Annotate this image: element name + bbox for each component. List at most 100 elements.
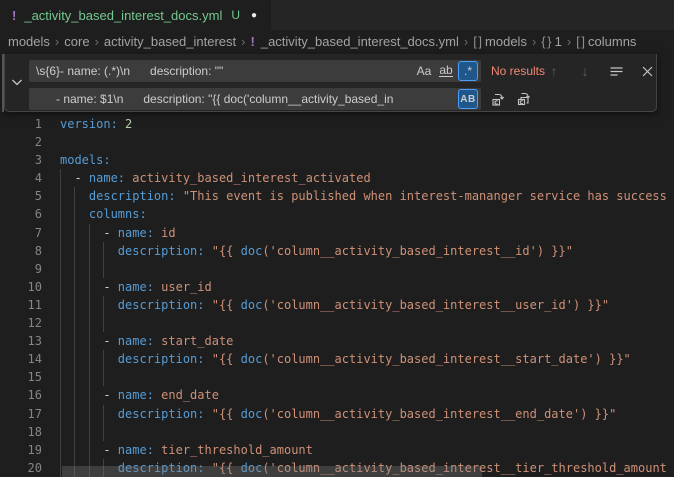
code-line: 17 description: "{{ doc('column__activit…	[0, 405, 674, 423]
indent-guide	[103, 260, 104, 278]
code-line-content[interactable]: description: "This event is published wh…	[60, 187, 674, 205]
replace-input[interactable]: - name: $1\n description: "{{ doc('colum…	[29, 88, 481, 110]
tab-activity-based-interest-docs[interactable]: ! _activity_based_interest_docs.yml U ●	[0, 0, 271, 30]
preserve-case-button[interactable]: AB	[458, 89, 478, 109]
indent-guide	[60, 314, 61, 332]
code-line-content[interactable]: - name: tier_threshold_amount	[60, 441, 674, 459]
tab-bar: ! _activity_based_interest_docs.yml U ●	[0, 0, 674, 30]
code-line-content[interactable]: - name: end_date	[60, 386, 674, 404]
breadcrumb-item-symbol-columns[interactable]: [ ]columns	[576, 34, 636, 49]
code-token: 2	[125, 117, 132, 131]
unsaved-changes-dot-icon[interactable]: ●	[251, 10, 257, 21]
code-token: name:	[118, 334, 154, 348]
breadcrumb-item-symbol-1[interactable]: { }1	[541, 34, 562, 49]
code-line-content[interactable]: description: "{{ doc('column__activity_b…	[60, 242, 674, 260]
code-line-content[interactable]: models:	[60, 151, 674, 169]
code-token: models:	[60, 153, 111, 167]
code-line: 11 description: "{{ doc('column__activit…	[0, 296, 674, 314]
find-widget-sash[interactable]	[2, 54, 4, 112]
tab-filename: _activity_based_interest_docs.yml	[24, 8, 222, 23]
symbol-object-icon: { }	[541, 34, 550, 49]
code-token	[60, 352, 118, 366]
line-number: 7	[0, 224, 42, 242]
toggle-replace-button[interactable]	[5, 54, 29, 111]
replace-icon	[490, 91, 506, 107]
replace-all-icon	[516, 91, 532, 107]
code-token: doc	[241, 298, 263, 312]
line-number: 5	[0, 187, 42, 205]
regex-button[interactable]: .*	[458, 61, 478, 81]
code-line-content[interactable]: description: "{{ doc('column__activity_b…	[60, 296, 674, 314]
code-line: 13 - name: start_date	[0, 332, 674, 350]
indent-guide	[89, 368, 90, 386]
code-line-content[interactable]: description: "{{ doc('column__activity_b…	[60, 405, 674, 423]
code-line-content[interactable]: - name: activity_based_interest_activate…	[60, 169, 674, 187]
code-line-content[interactable]	[60, 260, 674, 278]
code-token: description:	[118, 298, 205, 312]
code-line: 18	[0, 423, 674, 441]
breadcrumb-separator-icon: ›	[464, 34, 468, 49]
code-line-content[interactable]	[60, 423, 674, 441]
line-number: 8	[0, 242, 42, 260]
match-case-button[interactable]: Aa	[414, 61, 434, 81]
code-line: 6 columns:	[0, 205, 674, 223]
breadcrumb-separator-icon: ›	[241, 34, 245, 49]
code-token: id	[154, 226, 176, 240]
replace-button[interactable]	[489, 90, 507, 108]
indent-guide	[103, 368, 104, 386]
code-token	[60, 298, 118, 312]
code-line-content[interactable]	[60, 314, 674, 332]
breadcrumb-item-core[interactable]: core	[64, 34, 89, 49]
code-line-content[interactable]: columns:	[60, 205, 674, 223]
code-line-content[interactable]: - name: start_date	[60, 332, 674, 350]
code-token: doc	[241, 352, 263, 366]
code-line: 19 - name: tier_threshold_amount	[0, 441, 674, 459]
code-line: 16 - name: end_date	[0, 386, 674, 404]
code-token: name:	[118, 388, 154, 402]
code-token: "{{	[205, 244, 241, 258]
breadcrumb-item-symbol-models[interactable]: [ ]models	[473, 34, 527, 49]
code-token: version:	[60, 117, 118, 131]
code-line: 7 - name: id	[0, 224, 674, 242]
code-token: ('column__activity_based_interest__start…	[262, 352, 630, 366]
breadcrumb-item-activity-based-interest[interactable]: activity_based_interest	[104, 34, 236, 49]
horizontal-scrollbar[interactable]	[62, 466, 482, 477]
code-line-content[interactable]	[60, 133, 674, 151]
whole-word-button[interactable]: ab	[436, 61, 456, 81]
line-number: 18	[0, 423, 42, 441]
code-line: 2	[0, 133, 674, 151]
code-token: -	[60, 171, 89, 185]
code-token: "{{	[205, 352, 241, 366]
code-token: name:	[118, 443, 154, 457]
find-input[interactable]: \s{6}- name: (.*)\n description: "" Aa a…	[29, 60, 481, 82]
breadcrumb-item-file[interactable]: !_activity_based_interest_docs.yml	[251, 34, 459, 49]
indent-guide	[60, 260, 61, 278]
indent-guide	[74, 314, 75, 332]
replace-all-button[interactable]	[515, 90, 533, 108]
code-line-content[interactable]: description: "{{ doc('column__activity_b…	[60, 350, 674, 368]
code-line-content[interactable]: - name: user_id	[60, 278, 674, 296]
code-token: name:	[118, 280, 154, 294]
code-token: activity_based_interest_activated	[125, 171, 371, 185]
code-token: ('column__activity_based_interest__end_d…	[262, 407, 616, 421]
indent-guide	[74, 368, 75, 386]
code-token: description:	[118, 407, 205, 421]
indent-guide	[103, 423, 104, 441]
code-line-content[interactable]: - name: id	[60, 224, 674, 242]
code-token: name:	[118, 226, 154, 240]
line-number: 1	[0, 115, 42, 133]
breadcrumb: models › core › activity_based_interest …	[0, 30, 674, 52]
find-in-selection-button[interactable]	[607, 62, 625, 80]
previous-match-button[interactable]: ↑	[545, 62, 563, 80]
code-token: -	[60, 226, 118, 240]
close-find-widget-button[interactable]	[638, 62, 656, 80]
code-line: 10 - name: user_id	[0, 278, 674, 296]
next-match-button[interactable]: ↓	[576, 62, 594, 80]
indent-guide	[60, 423, 61, 441]
code-line-content[interactable]	[60, 368, 674, 386]
breadcrumb-item-models[interactable]: models	[8, 34, 50, 49]
find-in-selection-icon	[609, 64, 624, 79]
replace-value-text: - name: $1\n description: "{{ doc('colum…	[36, 88, 451, 110]
code-line: 1 version: 2	[0, 115, 674, 133]
code-line-content[interactable]: version: 2	[60, 115, 674, 133]
